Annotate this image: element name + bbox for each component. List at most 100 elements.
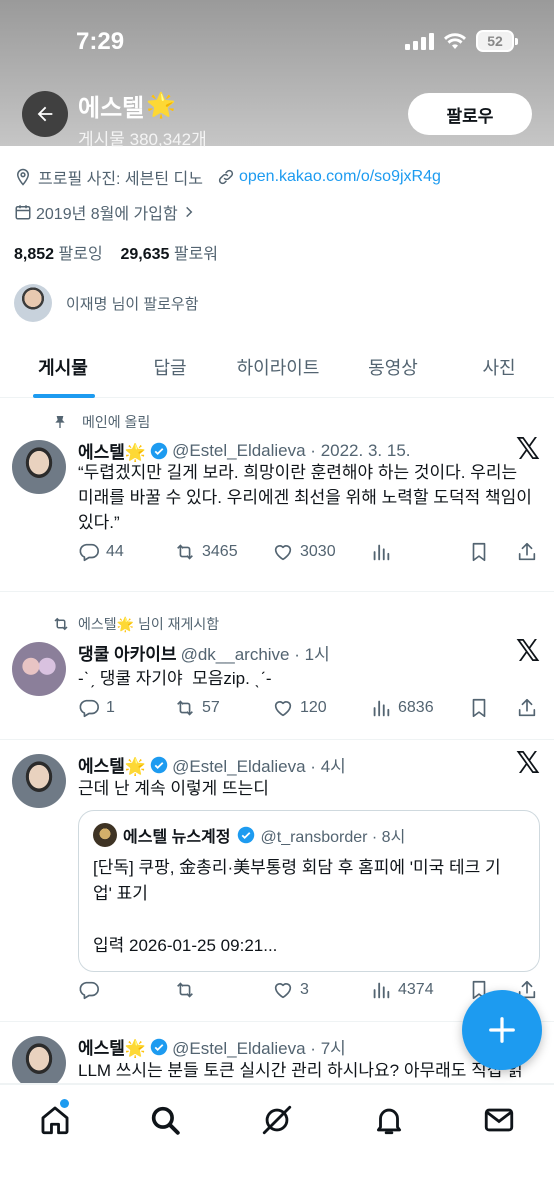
post[interactable]: 메인에 올림 에스텔🌟 @Estel_Eldalieva · 2022. 3. … <box>0 398 554 592</box>
profile-location: 프로필 사진: 세븐틴 디노 <box>38 171 203 188</box>
author-handle[interactable]: @Estel_Eldalieva · 7시 <box>172 1034 346 1059</box>
quoted-author-name: 에스텔 뉴스계정 <box>123 829 231 846</box>
post-header: 에스텔🌟 @Estel_Eldalieva · 7시 <box>78 1034 346 1059</box>
author-name[interactable]: 에스텔🌟 <box>78 752 146 777</box>
author-name[interactable]: 댕쿨 아카이브 <box>78 640 177 665</box>
battery-icon: 52 <box>476 30 518 52</box>
follow-button[interactable]: 팔로우 <box>408 93 532 135</box>
repost-icon <box>177 544 193 560</box>
repost-icon <box>54 617 68 631</box>
plus-icon <box>489 1017 515 1043</box>
avatar[interactable] <box>12 440 66 494</box>
author-handle[interactable]: @Estel_Eldalieva · 2022. 3. 15. <box>172 441 410 461</box>
share-button[interactable] <box>516 697 538 719</box>
tab-posts[interactable]: 게시물 <box>38 354 88 380</box>
like-button[interactable]: 3 <box>272 979 309 1001</box>
followers-label: 팔로워 <box>173 246 219 263</box>
share-icon <box>518 698 536 717</box>
pinned-context: 메인에 올림 <box>52 412 150 432</box>
reply-count: 44 <box>106 543 124 560</box>
share-icon <box>518 542 536 561</box>
tab-replies[interactable]: 답글 <box>153 354 186 380</box>
bookmark-button[interactable] <box>468 697 490 719</box>
repost-button[interactable] <box>174 979 202 1001</box>
reply-button[interactable]: 44 <box>78 541 124 563</box>
bookmark-icon <box>472 542 486 562</box>
post[interactable]: 에스텔🌟 님이 재게시함 댕쿨 아카이브 @dk__archive · 1시 𝕏… <box>0 592 554 740</box>
reply-button[interactable] <box>78 979 106 1001</box>
views-button[interactable]: 4374 <box>370 979 434 1001</box>
like-button[interactable]: 120 <box>272 697 327 719</box>
profile-header: 7:29 52 에스텔 🌟 게시물 380,342개 팔로우 <box>0 0 554 149</box>
repost-context: 에스텔🌟 님이 재게시함 <box>52 614 219 634</box>
views-button[interactable]: 6836 <box>370 697 434 719</box>
post-text: 근데 난 계속 이렇게 뜨는디 <box>78 779 269 798</box>
profile-name: 에스텔 <box>78 95 145 122</box>
views-icon <box>373 982 390 999</box>
profile-tabs: 게시물 답글 하이라이트 동영상 사진 <box>0 338 554 398</box>
profile-link[interactable]: open.kakao.com/o/so9jxR4g <box>239 168 441 186</box>
views-icon <box>373 544 390 561</box>
bookmark-button[interactable] <box>468 541 490 563</box>
avatar <box>93 823 117 847</box>
post[interactable]: 에스텔🌟 @Estel_Eldalieva · 4시 𝕏 근데 난 계속 이렇게… <box>0 740 554 1022</box>
repost-icon <box>177 700 193 716</box>
joined-row[interactable]: 2019년 8월에 가입함 <box>14 200 196 224</box>
location-icon <box>16 168 30 186</box>
author-handle[interactable]: @dk__archive · 1시 <box>181 640 330 665</box>
like-count: 3 <box>300 981 309 998</box>
like-count: 120 <box>300 699 327 716</box>
wifi-icon <box>444 33 466 49</box>
tab-photos[interactable]: 사진 <box>482 354 515 380</box>
like-button[interactable]: 3030 <box>272 541 336 563</box>
repost-button[interactable]: 57 <box>174 697 220 719</box>
profile-meta-row: 프로필 사진: 세븐틴 디노 open.kakao.com/o/so9jxR4g <box>14 165 441 189</box>
avatar[interactable] <box>12 1036 66 1083</box>
reply-button[interactable]: 1 <box>78 697 115 719</box>
messages-icon[interactable] <box>482 1103 516 1137</box>
following-label: 팔로잉 <box>58 246 103 263</box>
cellular-signal-icon <box>405 32 434 50</box>
compose-button[interactable] <box>462 990 542 1070</box>
post-context: 메인에 올림 <box>82 414 151 430</box>
following-link[interactable]: 8,852 팔로잉 <box>14 246 103 263</box>
tab-highlights[interactable]: 하이라이트 <box>237 354 320 380</box>
battery-level: 52 <box>487 33 503 49</box>
following-count: 8,852 <box>14 246 55 263</box>
avatar[interactable] <box>12 642 66 696</box>
x-logo-icon: 𝕏 <box>515 634 540 669</box>
grok-icon[interactable] <box>260 1103 294 1137</box>
verified-badge-icon <box>150 756 168 773</box>
author-name[interactable]: 에스텔🌟 <box>78 1034 146 1059</box>
notifications-icon[interactable] <box>372 1103 406 1137</box>
chevron-right-icon <box>185 206 193 218</box>
header-title: 에스텔 🌟 게시물 380,342개 <box>78 88 207 150</box>
share-button[interactable] <box>516 541 538 563</box>
like-count: 3030 <box>300 543 336 560</box>
like-icon <box>274 983 292 999</box>
views-icon <box>373 700 390 717</box>
followed-by-row[interactable]: 이재명 님이 팔로우함 <box>14 284 199 322</box>
views-button[interactable] <box>370 541 398 563</box>
calendar-icon <box>15 205 31 220</box>
views-count: 6836 <box>398 699 434 716</box>
author-handle[interactable]: @Estel_Eldalieva · 4시 <box>172 752 346 777</box>
post-count: 게시물 380,342개 <box>78 130 207 149</box>
repost-count: 3465 <box>202 543 238 560</box>
reply-icon <box>79 981 99 1000</box>
home-icon[interactable] <box>38 1103 72 1137</box>
back-button[interactable] <box>22 91 68 137</box>
tab-videos[interactable]: 동영상 <box>368 354 418 380</box>
repost-button[interactable]: 3465 <box>174 541 238 563</box>
avatar[interactable] <box>12 754 66 808</box>
post-actions: 1 57 120 6836 <box>78 697 540 723</box>
quoted-post[interactable]: 에스텔 뉴스계정 @t_ransborder · 8시 [단독] 쿠팡, 金총리… <box>78 810 540 972</box>
arrow-left-icon <box>37 106 53 122</box>
post-text: “두렵겠지만 길게 보라. 희망이란 훈련해야 하는 것이다. 우리는 미래를 … <box>78 463 532 532</box>
reply-icon <box>79 699 99 718</box>
followers-link[interactable]: 29,635 팔로워 <box>120 246 218 263</box>
search-icon[interactable] <box>148 1103 182 1137</box>
quoted-author-handle: @t_ransborder · 8시 <box>260 829 406 846</box>
bookmark-icon <box>472 698 486 718</box>
post-header: 에스텔🌟 @Estel_Eldalieva · 4시 <box>78 752 346 777</box>
